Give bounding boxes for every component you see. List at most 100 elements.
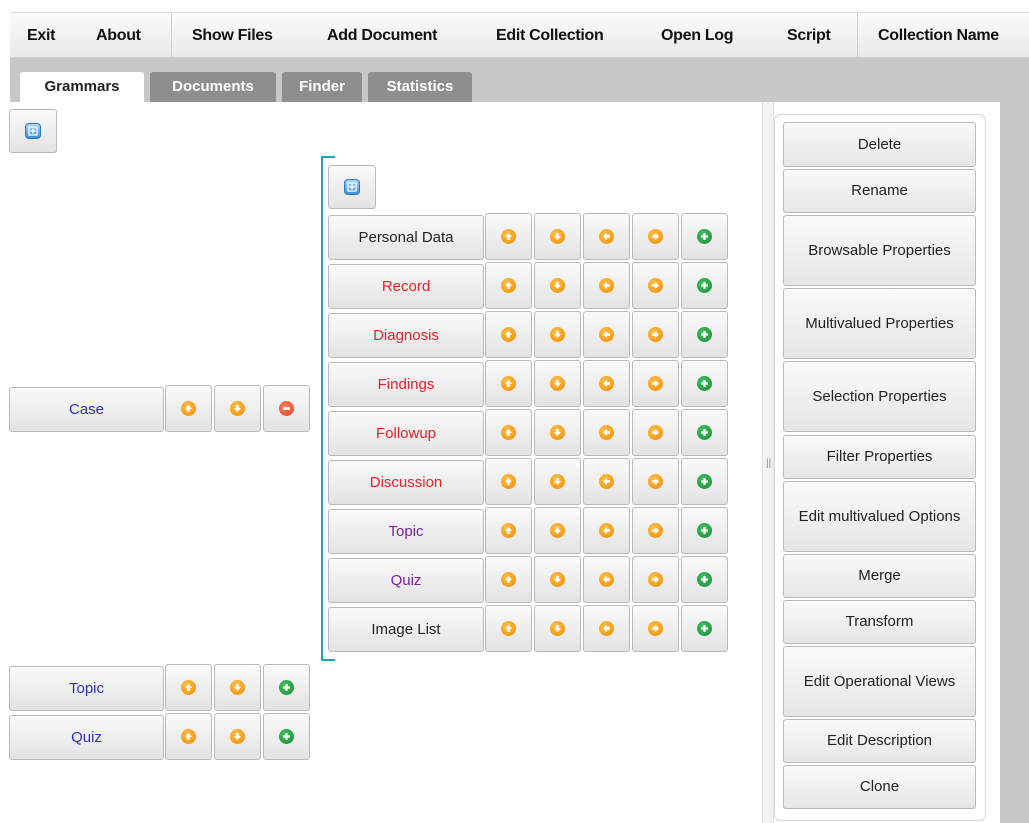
tab-grammars[interactable]: Grammars bbox=[20, 72, 144, 103]
move-right-icon bbox=[648, 376, 663, 391]
move-right-button[interactable] bbox=[632, 556, 679, 603]
move-left-icon bbox=[599, 376, 614, 391]
splitter-grip-icon: || bbox=[766, 458, 772, 469]
move-left-button[interactable] bbox=[583, 458, 630, 505]
move-left-button[interactable] bbox=[583, 507, 630, 554]
move-up-button[interactable] bbox=[485, 213, 532, 260]
action-rename-button[interactable]: Rename bbox=[783, 169, 976, 213]
action-edit-description-button[interactable]: Edit Description bbox=[783, 719, 976, 763]
move-right-button[interactable] bbox=[632, 605, 679, 652]
child-node-label[interactable]: Findings bbox=[328, 362, 484, 407]
move-up-button[interactable] bbox=[485, 458, 532, 505]
child-node-label[interactable]: Personal Data bbox=[328, 215, 484, 260]
move-right-button[interactable] bbox=[632, 213, 679, 260]
move-down-button[interactable] bbox=[534, 556, 581, 603]
child-node-label[interactable]: Quiz bbox=[328, 558, 484, 603]
move-up-button[interactable] bbox=[485, 507, 532, 554]
add-button[interactable] bbox=[263, 664, 310, 711]
tab-finder[interactable]: Finder bbox=[282, 72, 362, 102]
move-down-button[interactable] bbox=[534, 605, 581, 652]
move-down-button[interactable] bbox=[534, 507, 581, 554]
add-button[interactable] bbox=[681, 556, 728, 603]
move-up-icon bbox=[501, 425, 516, 440]
add-button[interactable] bbox=[681, 605, 728, 652]
child-node-label[interactable]: Discussion bbox=[328, 460, 484, 505]
child-node-label[interactable]: Record bbox=[328, 264, 484, 309]
add-button[interactable] bbox=[681, 213, 728, 260]
action-transform-button[interactable]: Transform bbox=[783, 600, 976, 644]
remove-button[interactable] bbox=[263, 385, 310, 432]
add-button[interactable] bbox=[681, 409, 728, 456]
add-button[interactable] bbox=[681, 262, 728, 309]
action-browsable-properties-button[interactable]: Browsable Properties bbox=[783, 215, 976, 286]
move-right-button[interactable] bbox=[632, 360, 679, 407]
move-up-button[interactable] bbox=[485, 311, 532, 358]
right-gutter bbox=[1000, 58, 1029, 823]
move-up-button[interactable] bbox=[485, 409, 532, 456]
tab-documents[interactable]: Documents bbox=[150, 72, 276, 102]
menu-open-log[interactable]: Open Log bbox=[661, 13, 734, 59]
child-node-label[interactable]: Image List bbox=[328, 607, 484, 652]
move-left-button[interactable] bbox=[583, 262, 630, 309]
move-up-button[interactable] bbox=[485, 262, 532, 309]
action-clone-button[interactable]: Clone bbox=[783, 765, 976, 809]
move-right-button[interactable] bbox=[632, 409, 679, 456]
move-down-button[interactable] bbox=[534, 409, 581, 456]
move-down-button[interactable] bbox=[534, 458, 581, 505]
move-right-button[interactable] bbox=[632, 311, 679, 358]
action-filter-properties-button[interactable]: Filter Properties bbox=[783, 435, 976, 479]
add-button[interactable] bbox=[681, 507, 728, 554]
move-up-button[interactable] bbox=[165, 385, 212, 432]
move-right-button[interactable] bbox=[632, 507, 679, 554]
move-down-button[interactable] bbox=[214, 664, 261, 711]
move-left-button[interactable] bbox=[583, 213, 630, 260]
add-button[interactable] bbox=[263, 713, 310, 760]
move-down-button[interactable] bbox=[534, 213, 581, 260]
move-down-button[interactable] bbox=[534, 360, 581, 407]
expand-children-button[interactable] bbox=[328, 165, 376, 209]
move-left-button[interactable] bbox=[583, 360, 630, 407]
move-up-button[interactable] bbox=[165, 713, 212, 760]
action-multivalued-properties-button[interactable]: Multivalued Properties bbox=[783, 288, 976, 359]
move-down-button[interactable] bbox=[214, 385, 261, 432]
add-icon bbox=[697, 376, 712, 391]
root-node-label[interactable]: Quiz bbox=[9, 715, 164, 760]
action-delete-button[interactable]: Delete bbox=[783, 122, 976, 167]
menu-edit-collection[interactable]: Edit Collection bbox=[496, 13, 604, 59]
move-down-button[interactable] bbox=[534, 262, 581, 309]
tab-statistics[interactable]: Statistics bbox=[368, 72, 472, 102]
menu-collection-name[interactable]: Collection Name bbox=[878, 13, 999, 59]
child-node-label[interactable]: Diagnosis bbox=[328, 313, 484, 358]
menu-exit[interactable]: Exit bbox=[27, 13, 55, 59]
move-left-button[interactable] bbox=[583, 409, 630, 456]
action-edit-multivalued-options-button[interactable]: Edit multivalued Options bbox=[783, 481, 976, 552]
move-up-button[interactable] bbox=[165, 664, 212, 711]
move-up-button[interactable] bbox=[485, 360, 532, 407]
move-left-button[interactable] bbox=[583, 311, 630, 358]
menu-about[interactable]: About bbox=[96, 13, 141, 59]
add-button[interactable] bbox=[681, 458, 728, 505]
action-selection-properties-button[interactable]: Selection Properties bbox=[783, 361, 976, 432]
expand-all-button[interactable] bbox=[9, 109, 57, 153]
add-button[interactable] bbox=[681, 360, 728, 407]
move-up-button[interactable] bbox=[485, 556, 532, 603]
move-up-button[interactable] bbox=[485, 605, 532, 652]
child-node-label[interactable]: Topic bbox=[328, 509, 484, 554]
action-edit-operational-views-button[interactable]: Edit Operational Views bbox=[783, 646, 976, 717]
add-button[interactable] bbox=[681, 311, 728, 358]
child-node-label[interactable]: Followup bbox=[328, 411, 484, 456]
move-right-button[interactable] bbox=[632, 262, 679, 309]
menu-show-files[interactable]: Show Files bbox=[192, 13, 273, 59]
menu-script[interactable]: Script bbox=[787, 13, 831, 59]
move-down-button[interactable] bbox=[214, 713, 261, 760]
action-merge-button[interactable]: Merge bbox=[783, 554, 976, 598]
move-right-button[interactable] bbox=[632, 458, 679, 505]
move-down-button[interactable] bbox=[534, 311, 581, 358]
move-down-icon bbox=[550, 474, 565, 489]
panel-splitter[interactable]: || bbox=[762, 102, 774, 823]
move-left-button[interactable] bbox=[583, 556, 630, 603]
menu-add-document[interactable]: Add Document bbox=[327, 13, 437, 59]
root-node-label[interactable]: Topic bbox=[9, 666, 164, 711]
root-node-label[interactable]: Case bbox=[9, 387, 164, 432]
move-left-button[interactable] bbox=[583, 605, 630, 652]
